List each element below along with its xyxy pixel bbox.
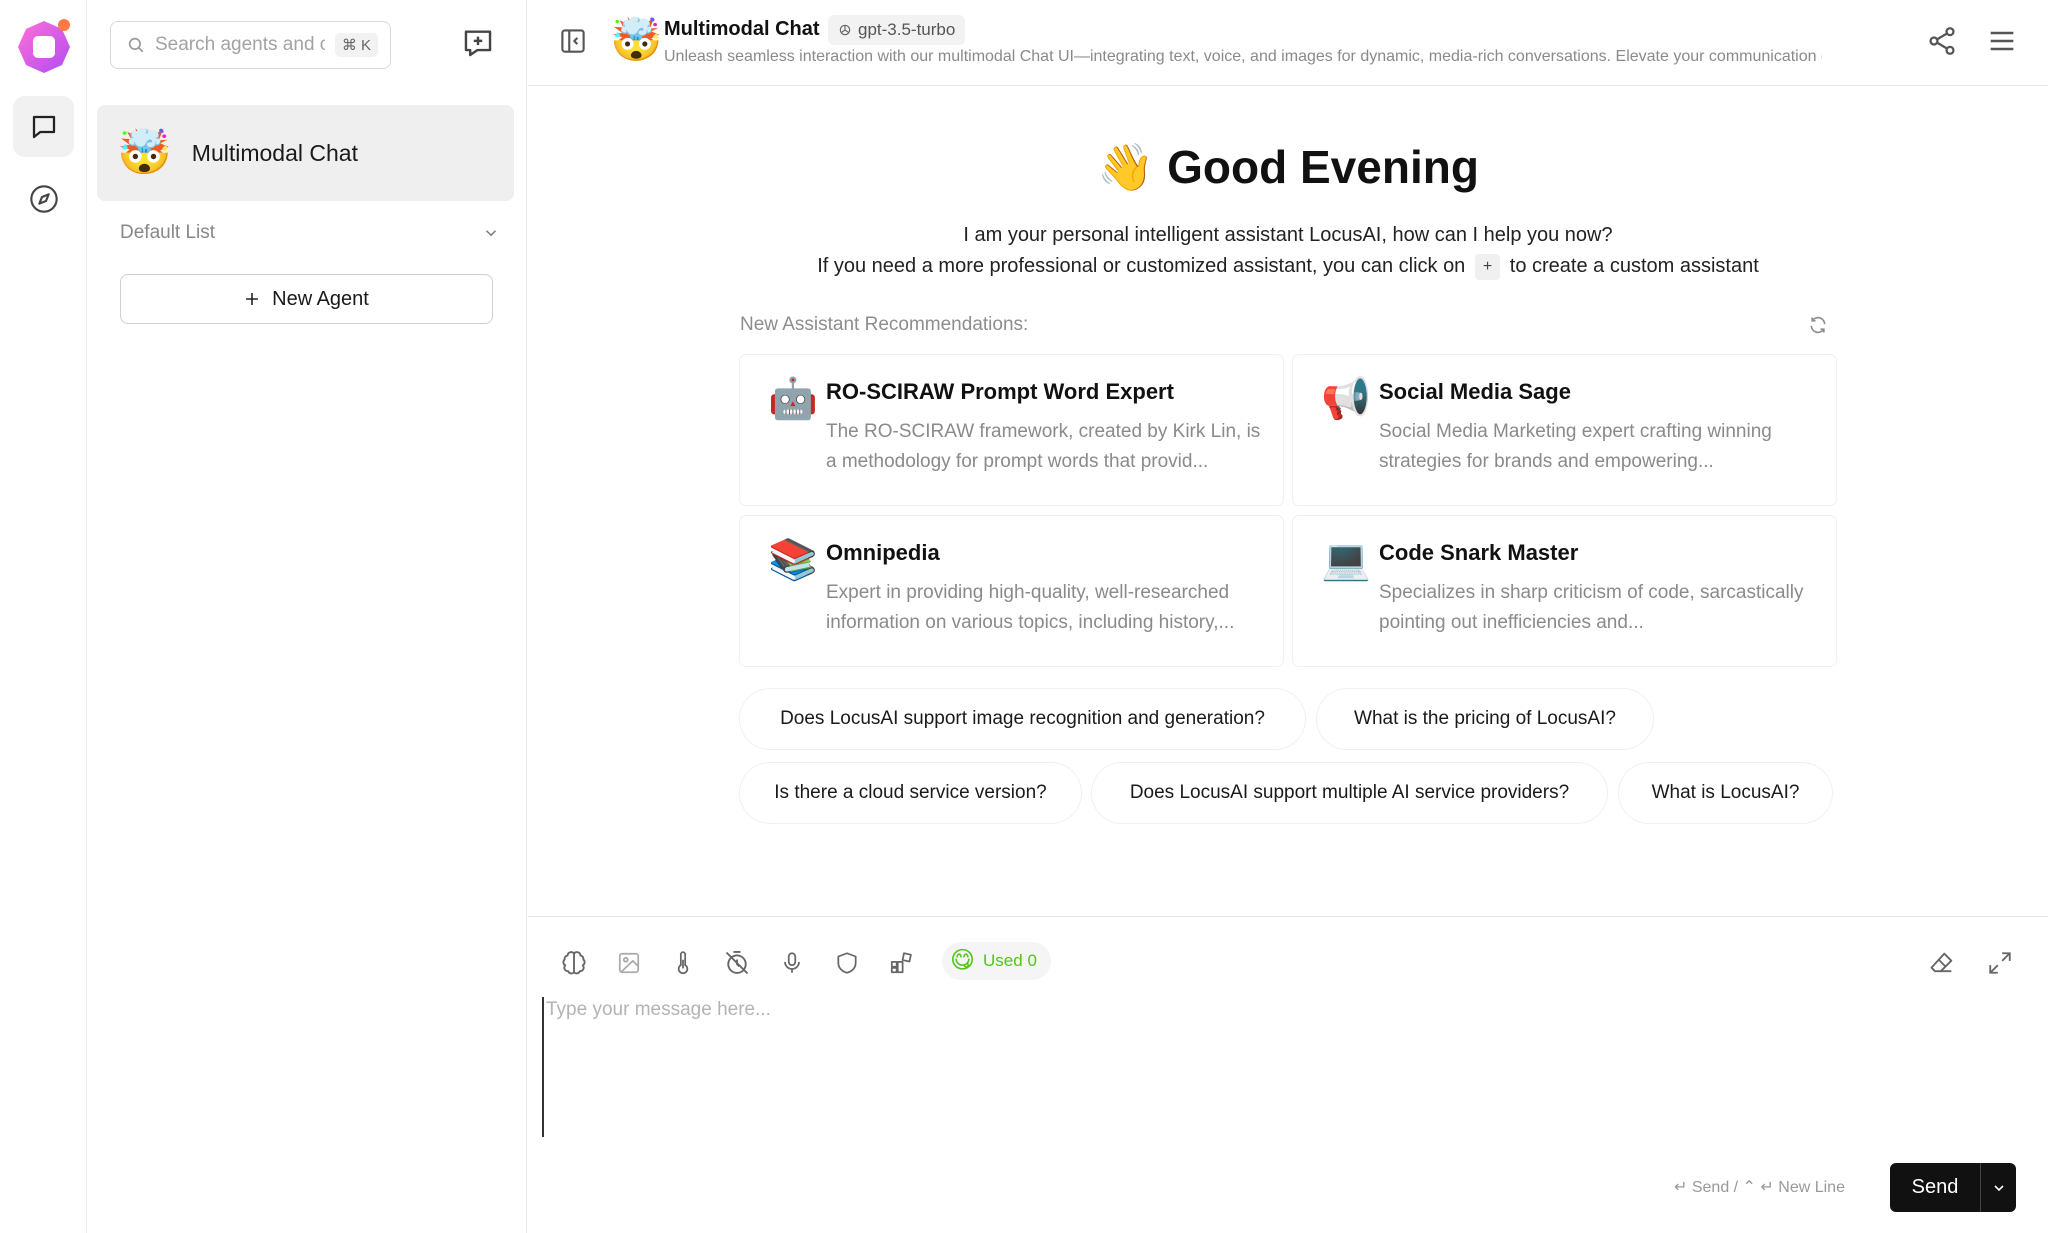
search-box[interactable]: Search agents and c ⌘ K [110, 21, 391, 69]
settings-menu-button[interactable] [1986, 25, 2018, 57]
sidebar-toggle-button[interactable] [558, 26, 588, 56]
laptop-icon: 💻 [1321, 538, 1371, 582]
assistant-card[interactable]: 🤖 RO-SCIRAW Prompt Word Expert The RO-SC… [740, 355, 1283, 505]
header-agent-description: Unleash seamless interaction with our mu… [664, 48, 1822, 65]
waving-hand-emoji: 👋 [1097, 141, 1155, 193]
model-name: gpt-3.5-turbo [858, 20, 956, 39]
suggested-question[interactable]: What is the pricing of LocusAI? [1317, 689, 1653, 749]
agent-avatar: 🤯 [117, 128, 172, 177]
default-list-group[interactable]: Default List [120, 218, 500, 248]
assistant-card[interactable]: 📚 Omnipedia Expert in providing high-qua… [740, 516, 1283, 666]
assistant-card[interactable]: 📢 Social Media Sage Social Media Marketi… [1293, 355, 1836, 505]
refresh-icon [1808, 315, 1828, 335]
send-options-button[interactable] [1980, 1163, 2016, 1212]
megaphone-icon: 📢 [1321, 377, 1371, 421]
welcome-intro-line: I am your personal intelligent assistant… [963, 224, 1613, 246]
group-label: Default List [120, 222, 216, 243]
voice-input-button[interactable] [776, 947, 808, 979]
expand-input-button[interactable] [1984, 947, 2016, 979]
card-title: RO-SCIRAW Prompt Word Expert [826, 379, 1174, 404]
plugins-icon [888, 950, 914, 976]
image-upload-button[interactable] [613, 947, 645, 979]
microphone-icon [779, 950, 805, 976]
panel-left-icon [558, 26, 588, 56]
search-placeholder[interactable]: Search agents and c [155, 34, 325, 56]
card-title: Code Snark Master [1379, 540, 1579, 565]
openai-icon [838, 23, 852, 37]
recommendations-label: New Assistant Recommendations: [740, 314, 1029, 335]
usage-emoji: 😋 [950, 947, 976, 974]
card-title: Omnipedia [826, 540, 940, 565]
greeting-text: Good Evening [1167, 141, 1479, 193]
chat-nav-button[interactable] [13, 96, 74, 157]
suggested-question[interactable]: Does LocusAI support multiple AI service… [1092, 763, 1607, 823]
discover-nav-button[interactable] [13, 168, 74, 229]
usage-label: Used 0 [983, 951, 1037, 970]
welcome-line2-after: to create a custom assistant [1509, 255, 1759, 277]
send-button-group[interactable]: Send [1890, 1163, 2016, 1212]
new-agent-button[interactable]: New Agent [120, 274, 493, 324]
agent-name: Multimodal Chat [191, 139, 358, 166]
temperature-button[interactable] [667, 947, 699, 979]
history-off-icon [723, 949, 751, 977]
image-upload-icon [616, 950, 642, 976]
card-title: Social Media Sage [1379, 379, 1571, 404]
welcome-custom-line: If you need a more professional or custo… [528, 254, 2048, 280]
plus-key: + [1474, 254, 1501, 280]
refresh-recommendations-button[interactable] [1808, 315, 1828, 335]
token-usage-badge[interactable]: 😋 Used 0 [942, 942, 1051, 980]
chevron-down-icon [1991, 1180, 2007, 1196]
plugins-button[interactable] [885, 947, 917, 979]
card-description: Specializes in sharp criticism of code, … [1379, 582, 1804, 633]
left-rail [0, 0, 87, 1233]
expand-icon [1987, 950, 2013, 976]
message-plus-icon [461, 26, 497, 60]
welcome-line2-before: If you need a more professional or custo… [817, 255, 1466, 277]
agent-item-multimodal-chat[interactable]: 🤯 Multimodal Chat [97, 105, 514, 201]
card-description: Expert in providing high-quality, well-r… [826, 582, 1235, 633]
share-button[interactable] [1926, 25, 1958, 57]
shield-icon [834, 950, 860, 976]
privacy-shield-button[interactable] [831, 947, 863, 979]
books-icon: 📚 [768, 538, 818, 582]
chat-input-area: 😋 Used 0 ↵ Send / ⌃ ↵ New Line Send [528, 916, 2048, 1233]
model-tag[interactable]: gpt-3.5-turbo [828, 15, 966, 45]
card-description: Social Media Marketing expert crafting w… [1379, 421, 1772, 472]
welcome-greeting: 👋 Good Evening [528, 140, 2048, 195]
search-shortcut: ⌘ K [334, 33, 378, 57]
keyboard-hint: ↵ Send / ⌃ ↵ New Line [1674, 1179, 1845, 1196]
suggested-question[interactable]: Does LocusAI support image recognition a… [740, 689, 1305, 749]
plus-icon [244, 291, 260, 307]
new-agent-label: New Agent [272, 287, 369, 310]
robot-icon: 🤖 [768, 377, 818, 421]
suggested-question[interactable]: Is there a cloud service version? [740, 763, 1081, 823]
eraser-icon [1928, 949, 1956, 977]
message-input[interactable] [542, 997, 2032, 1137]
chevron-down-icon [482, 224, 500, 242]
header-agent-title: Multimodal Chat [664, 18, 820, 40]
assistant-card[interactable]: 💻 Code Snark Master Specializes in sharp… [1293, 516, 1836, 666]
suggested-question[interactable]: What is LocusAI? [1619, 763, 1832, 823]
new-topic-button[interactable] [461, 26, 497, 62]
chat-icon [29, 112, 59, 142]
brain-model-icon [560, 949, 588, 977]
agents-sidebar: Search agents and c ⌘ K 🤯 Multimodal Cha… [87, 0, 527, 1233]
history-count-button[interactable] [721, 947, 753, 979]
send-button[interactable]: Send [1890, 1163, 1980, 1212]
chat-header: 🤯 Multimodal Chat gpt-3.5-turbo Unleash … [528, 0, 2048, 86]
notification-dot [58, 19, 70, 31]
header-agent-avatar[interactable]: 🤯 [610, 19, 662, 61]
clear-button[interactable] [1926, 947, 1958, 979]
share-icon [1926, 25, 1958, 57]
search-icon [127, 36, 145, 54]
discover-compass-icon [28, 183, 60, 215]
card-description: The RO-SCIRAW framework, created by Kirk… [826, 421, 1261, 472]
hamburger-menu-icon [1986, 25, 2018, 57]
temperature-icon [670, 950, 696, 976]
model-switch-button[interactable] [558, 947, 590, 979]
